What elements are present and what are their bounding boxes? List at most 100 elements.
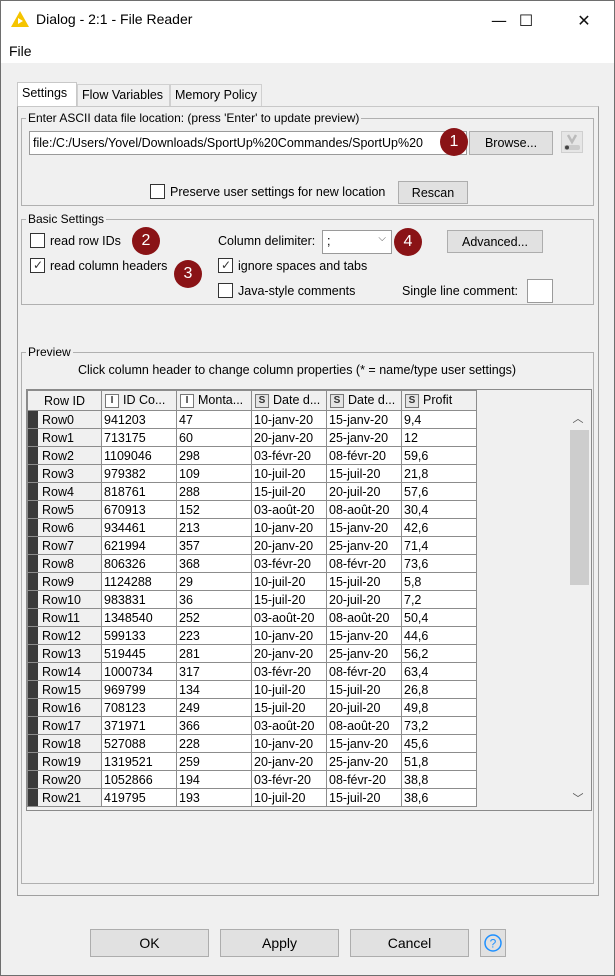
row-marker [28, 627, 38, 644]
row-id-text: Row3 [42, 466, 74, 481]
table-cell: 51,8 [401, 752, 477, 771]
vertical-scrollbar[interactable]: ︿ ﹀ [568, 408, 589, 808]
table-cell: 47 [176, 410, 252, 429]
read-row-ids-checkbox[interactable] [30, 233, 45, 248]
browse-button[interactable]: Browse... [469, 131, 553, 155]
column-header[interactable]: S Profit [401, 390, 477, 411]
read-row-ids-label: read row IDs [50, 234, 121, 248]
advanced-button[interactable]: Advanced... [447, 230, 543, 253]
single-line-comment-input[interactable] [527, 279, 553, 303]
table-cell: 20-juil-20 [326, 482, 402, 501]
row-id-text: Row19 [42, 754, 81, 769]
checkmark-icon: ✓ [221, 258, 232, 272]
window-title: Dialog - 2:1 - File Reader [36, 11, 193, 27]
table-cell: 71,4 [401, 536, 477, 555]
row-id-cell: Row10 [27, 590, 102, 609]
table-cell: 38,6 [401, 788, 477, 807]
row-id-text: Row1 [42, 430, 74, 445]
column-delimiter-select[interactable]: ; ⌵ [322, 230, 392, 254]
row-id-text: Row7 [42, 538, 74, 553]
tab-memory-policy[interactable]: Memory Policy [170, 84, 262, 106]
row-id-cell: Row11 [27, 608, 102, 627]
ignore-spaces-checkbox[interactable]: ✓ [218, 258, 233, 273]
table-cell: 194 [176, 770, 252, 789]
table-cell: 228 [176, 734, 252, 753]
flow-variable-button[interactable] [561, 131, 583, 153]
table-cell: 03-août-20 [251, 500, 327, 519]
table-row: Row13 519445 281 20-janv-20 25-janv-20 56,2 [27, 644, 477, 663]
apply-button[interactable]: Apply [220, 929, 339, 957]
row-marker [28, 663, 38, 680]
row-id-text: Row6 [42, 520, 74, 535]
file-path-input[interactable]: file:/C:/Users/Yovel/Downloads/SportUp%2… [29, 131, 467, 155]
table-cell: 73,6 [401, 554, 477, 573]
ok-button[interactable]: OK [90, 929, 209, 957]
table-cell: 9,4 [401, 410, 477, 429]
maximize-button[interactable]: ☐ [503, 1, 549, 39]
row-id-text: Row2 [42, 448, 74, 463]
table-cell: 08-août-20 [326, 608, 402, 627]
table-row: Row0 941203 47 10-janv-20 15-janv-20 9,4 [27, 410, 477, 429]
table-cell: 25-janv-20 [326, 536, 402, 555]
table-cell: 134 [176, 680, 252, 699]
preserve-settings-label: Preserve user settings for new location [170, 185, 386, 199]
java-comments-checkbox[interactable] [218, 283, 233, 298]
preview-legend: Preview [26, 345, 73, 359]
table-cell: 15-janv-20 [326, 410, 402, 429]
table-row: Row10 983831 36 15-juil-20 20-juil-20 7,2 [27, 590, 477, 609]
row-id-cell: Row17 [27, 716, 102, 735]
table-row: Row4 818761 288 15-juil-20 20-juil-20 57,6 [27, 482, 477, 501]
table-cell: 806326 [101, 554, 177, 573]
help-button[interactable]: ? [480, 929, 506, 957]
file-reader-dialog: Dialog - 2:1 - File Reader — ☐ ✕ File Se… [0, 0, 615, 976]
column-header[interactable]: I Monta... [176, 390, 252, 411]
column-header[interactable]: I ID Co... [101, 390, 177, 411]
table-cell: 152 [176, 500, 252, 519]
table-cell: 193 [176, 788, 252, 807]
table-cell: 36 [176, 590, 252, 609]
scroll-up-icon[interactable]: ︿ [568, 408, 588, 428]
table-cell: 03-févr-20 [251, 554, 327, 573]
table-cell: 252 [176, 608, 252, 627]
column-header[interactable]: S Date d... [326, 390, 402, 411]
table-cell: 15-juil-20 [326, 464, 402, 483]
tab-settings[interactable]: Settings [17, 82, 77, 106]
table-cell: 419795 [101, 788, 177, 807]
table-cell: 281 [176, 644, 252, 663]
cancel-button[interactable]: Cancel [350, 929, 469, 957]
table-cell: 10-janv-20 [251, 518, 327, 537]
tab-flow-variables[interactable]: Flow Variables [77, 84, 170, 106]
rescan-button[interactable]: Rescan [398, 181, 468, 204]
table-cell: 44,6 [401, 626, 477, 645]
column-header[interactable]: S Date d... [251, 390, 327, 411]
scroll-thumb[interactable] [570, 430, 589, 585]
table-cell: 15-janv-20 [326, 734, 402, 753]
annotation-badge-4: 4 [394, 228, 422, 256]
table-cell: 03-févr-20 [251, 770, 327, 789]
row-marker [28, 771, 38, 788]
string-type-icon: S [405, 393, 419, 408]
table-cell: 63,4 [401, 662, 477, 681]
table-row: Row12 599133 223 10-janv-20 15-janv-20 44,6 [27, 626, 477, 645]
preview-table: Row ID I ID Co... I Monta... S Date d... S Date … [27, 390, 477, 807]
row-marker [28, 519, 38, 536]
preserve-settings-checkbox[interactable] [150, 184, 165, 199]
table-row: Row7 621994 357 20-janv-20 25-janv-20 71,4 [27, 536, 477, 555]
table-row: Row15 969799 134 10-juil-20 15-juil-20 26,8 [27, 680, 477, 699]
column-header-label: Date d... [273, 393, 321, 408]
table-cell: 20-juil-20 [326, 698, 402, 717]
menu-file[interactable]: File [9, 43, 32, 59]
menu-bar: File [1, 39, 614, 63]
table-cell: 713175 [101, 428, 177, 447]
table-cell: 15-juil-20 [326, 680, 402, 699]
ignore-spaces-label: ignore spaces and tabs [238, 259, 368, 273]
table-row: Row20 1052866 194 03-févr-20 08-févr-20 38,8 [27, 770, 477, 789]
read-column-headers-checkbox[interactable]: ✓ [30, 258, 45, 273]
table-cell: 03-févr-20 [251, 662, 327, 681]
scroll-down-icon[interactable]: ﹀ [568, 788, 588, 808]
flow-variable-icon [564, 134, 580, 150]
table-cell: 288 [176, 482, 252, 501]
close-button[interactable]: ✕ [561, 1, 607, 39]
table-cell: 20-janv-20 [251, 428, 327, 447]
column-header-row-id[interactable]: Row ID [27, 390, 102, 411]
